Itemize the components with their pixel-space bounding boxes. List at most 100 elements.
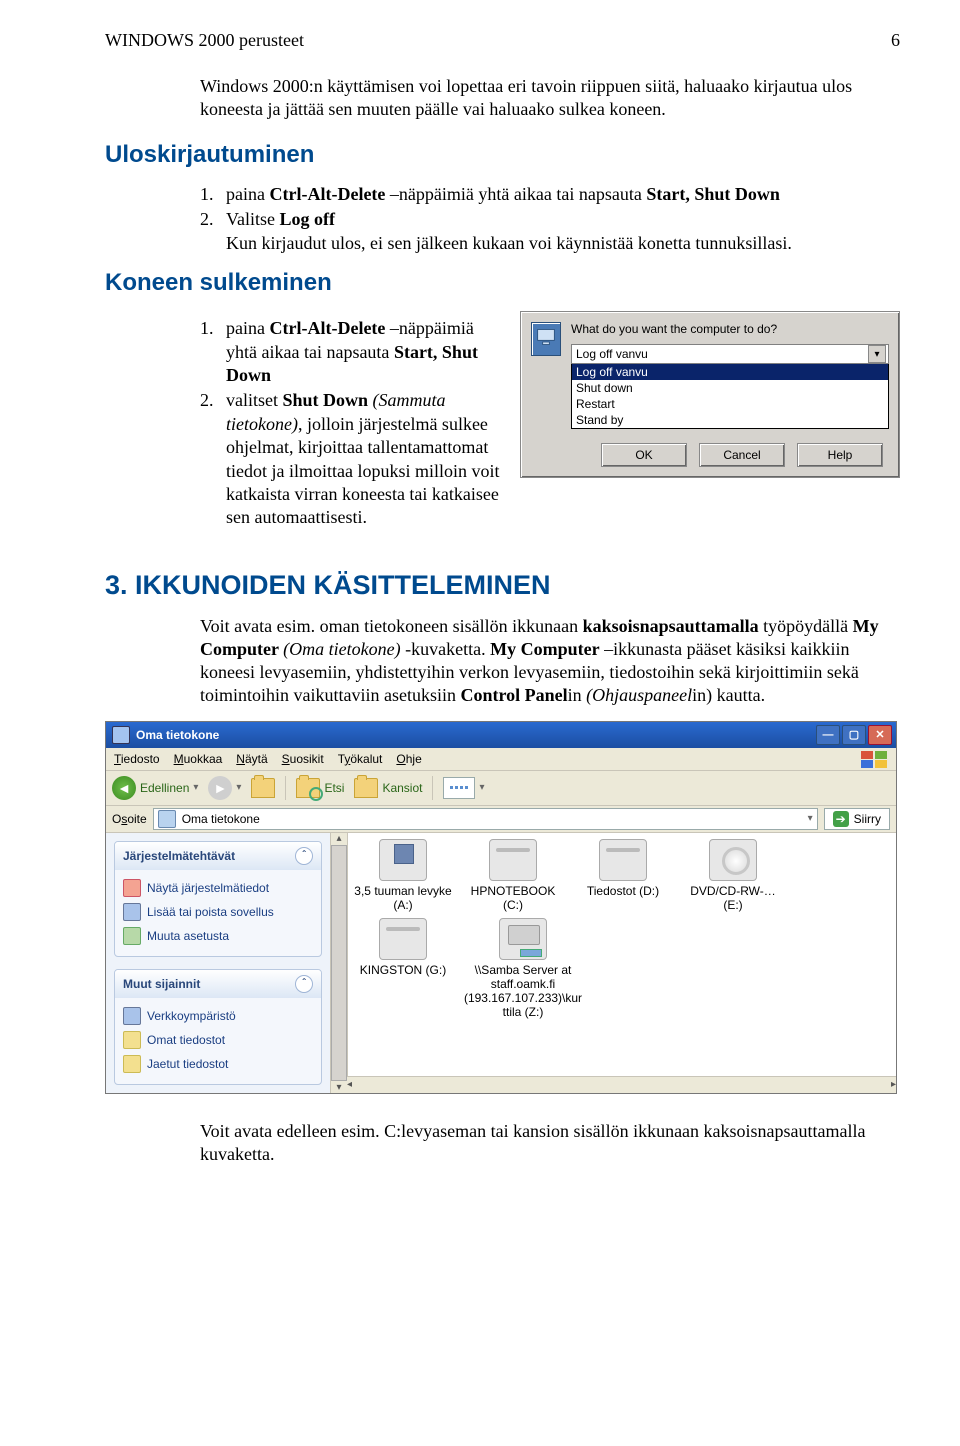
task-view-sysinfo[interactable]: Näytä järjestelmätiedot (119, 876, 317, 900)
separator (285, 776, 286, 800)
task-change-setting[interactable]: Muuta asetusta (119, 924, 317, 948)
panel-system-tasks: Järjestelmätehtävät ˆ Näytä järjestelmät… (114, 841, 322, 957)
cancel-button[interactable]: Cancel (699, 443, 785, 467)
chevron-down-icon[interactable]: ▾ (868, 345, 886, 363)
explorer-window: Oma tietokone — ▢ ✕ Tiedosto Muokkaa Näy… (105, 721, 897, 1094)
dropdown-label: Log off vanvu (576, 347, 648, 361)
address-bar: Osoite Oma tietokone ▾ ➔ Siirry (106, 806, 896, 833)
page-number: 6 (891, 30, 900, 51)
content-pane: ▴ ▾ 3,5 tuuman levyke (A:) HPNOTEBOOK (C… (331, 833, 896, 1093)
network-drive-icon (499, 918, 547, 960)
views-button[interactable]: ▾ (443, 777, 484, 799)
menu-file[interactable]: Tiedosto (114, 752, 160, 766)
step-num: 1. (200, 183, 226, 206)
floppy-icon (379, 839, 427, 881)
chevron-down-icon[interactable]: ▾ (193, 782, 198, 793)
menu-edit[interactable]: Muokkaa (174, 752, 223, 766)
task-add-remove[interactable]: Lisää tai poista sovellus (119, 900, 317, 924)
drive-c[interactable]: HPNOTEBOOK (C:) (463, 839, 563, 913)
network-icon (123, 1007, 141, 1025)
windows-flag-icon (860, 750, 888, 768)
address-input[interactable]: Oma tietokone ▾ (153, 808, 818, 830)
up-button[interactable] (251, 778, 275, 798)
chevron-up-icon[interactable]: ˆ (295, 847, 313, 865)
scroll-down-icon[interactable]: ▾ (336, 1082, 341, 1093)
back-button[interactable]: ◄ Edellinen ▾ (112, 776, 198, 800)
computer-icon (112, 726, 130, 744)
step-text: valitset Shut Down (Sammuta tietokone), … (226, 389, 502, 529)
scroll-up-icon[interactable]: ▴ (336, 833, 341, 844)
scroll-thumb[interactable] (331, 845, 347, 1081)
menu-favorites[interactable]: Suosikit (282, 752, 324, 766)
logoff-steps: 1. paina Ctrl-Alt-Delete –näppäimiä yhtä… (200, 183, 900, 255)
action-dropdown[interactable]: Log off vanvu ▾ (571, 344, 889, 364)
forward-button[interactable]: ► ▾ (208, 776, 241, 800)
folders-button[interactable]: Kansiot (354, 778, 422, 798)
scroll-right-icon[interactable]: ▸ (891, 1079, 896, 1090)
forward-arrow-icon: ► (208, 776, 232, 800)
folders-icon (354, 778, 378, 798)
horizontal-scrollbar[interactable]: ◂ ▸ (347, 1076, 896, 1093)
panel-other-places: Muut sijainnit ˆ Verkkoympäristö Omat ti… (114, 969, 322, 1085)
close-button[interactable]: ✕ (868, 725, 892, 745)
go-arrow-icon: ➔ (833, 811, 849, 827)
intro-paragraph: Windows 2000:n käyttämisen voi lopettaa … (200, 75, 900, 121)
drive-z-network[interactable]: \\Samba Server at staff.oamk.fi (193.167… (463, 918, 583, 1019)
menu-view[interactable]: Näytä (236, 752, 267, 766)
monitor-icon (531, 322, 561, 356)
step-num: 2. (200, 208, 226, 255)
option-standby[interactable]: Stand by (572, 412, 888, 428)
chevron-down-icon[interactable]: ▾ (236, 782, 241, 793)
drive-g[interactable]: KINGSTON (G:) (353, 918, 453, 1019)
hdd-icon (489, 839, 537, 881)
chevron-down-icon[interactable]: ▾ (479, 782, 484, 793)
ok-button[interactable]: OK (601, 443, 687, 467)
chevron-down-icon[interactable]: ▾ (808, 813, 813, 824)
search-icon (296, 778, 320, 798)
shutdown-steps: 1. paina Ctrl-Alt-Delete –näppäimiä yhtä… (200, 317, 502, 530)
dropdown-list[interactable]: Log off vanvu Shut down Restart Stand by (571, 364, 889, 429)
minimize-button[interactable]: — (816, 725, 840, 745)
option-logoff[interactable]: Log off vanvu (572, 364, 888, 380)
chevron-up-icon[interactable]: ˆ (295, 975, 313, 993)
step-text: paina Ctrl-Alt-Delete –näppäimiä yhtä ai… (226, 183, 780, 206)
window-title: Oma tietokone (136, 728, 219, 742)
place-network[interactable]: Verkkoympäristö (119, 1004, 317, 1028)
back-arrow-icon: ◄ (112, 776, 136, 800)
drive-d[interactable]: Tiedostot (D:) (573, 839, 673, 913)
drive-e-dvd[interactable]: DVD/CD-RW-… (E:) (683, 839, 783, 913)
dvd-icon (709, 839, 757, 881)
menu-tools[interactable]: Työkalut (338, 752, 383, 766)
option-restart[interactable]: Restart (572, 396, 888, 412)
panel-title: Järjestelmätehtävät (123, 849, 235, 863)
option-shutdown[interactable]: Shut down (572, 380, 888, 396)
heading-shutdown: Koneen sulkeminen (105, 269, 900, 297)
tail-paragraph: Voit avata edelleen esim. C:levyaseman t… (200, 1120, 900, 1166)
drive-floppy-a[interactable]: 3,5 tuuman levyke (A:) (353, 839, 453, 913)
search-button[interactable]: Etsi (296, 778, 344, 798)
scroll-left-icon[interactable]: ◂ (347, 1079, 352, 1090)
go-button[interactable]: ➔ Siirry (824, 808, 890, 830)
panel-title: Muut sijainnit (123, 977, 200, 991)
folder-up-icon (251, 778, 275, 798)
hdd-icon (599, 839, 647, 881)
help-button[interactable]: Help (797, 443, 883, 467)
place-mydocs[interactable]: Omat tiedostot (119, 1028, 317, 1052)
heading-logoff: Uloskirjautuminen (105, 141, 900, 169)
folder-icon (123, 1031, 141, 1049)
place-shared[interactable]: Jaetut tiedostot (119, 1052, 317, 1076)
views-icon (443, 777, 475, 799)
title-bar[interactable]: Oma tietokone — ▢ ✕ (106, 722, 896, 748)
step-num: 1. (200, 317, 226, 387)
address-value: Oma tietokone (182, 812, 260, 826)
windows-paragraph: Voit avata esim. oman tietokoneen sisäll… (200, 615, 900, 707)
menu-bar: Tiedosto Muokkaa Näytä Suosikit Työkalut… (106, 748, 896, 771)
step-text: Valitse Log off Kun kirjaudut ulos, ei s… (226, 208, 792, 255)
computer-icon (158, 810, 176, 828)
vertical-scrollbar[interactable]: ▴ ▾ (331, 833, 348, 1093)
step-num: 2. (200, 389, 226, 529)
maximize-button[interactable]: ▢ (842, 725, 866, 745)
box-icon (123, 903, 141, 921)
menu-help[interactable]: Ohje (396, 752, 421, 766)
step-text: paina Ctrl-Alt-Delete –näppäimiä yhtä ai… (226, 317, 502, 387)
